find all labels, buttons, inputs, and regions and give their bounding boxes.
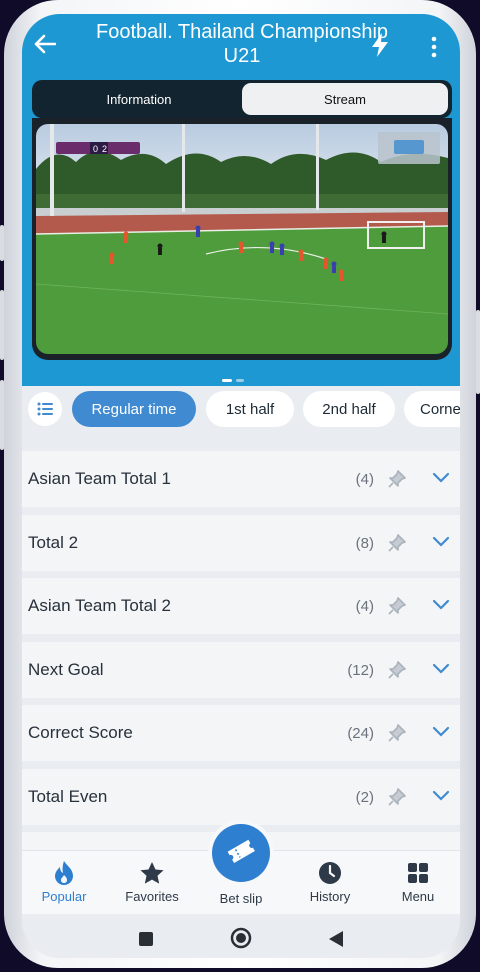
bet-slip-button[interactable] [212, 824, 270, 882]
nav-menu[interactable]: Menu [378, 859, 458, 904]
market-name: Total Even [28, 787, 108, 806]
market-count: (24) [347, 724, 374, 742]
tab-information[interactable]: Information [36, 83, 242, 115]
scoreboard-home-score: 0 [93, 144, 98, 154]
market-name: Asian Team Total 1 [28, 469, 172, 488]
market-count: (2) [355, 788, 374, 806]
chip-2nd-half[interactable]: 2nd half [303, 391, 395, 427]
nav-popular-label: Popular [41, 889, 87, 904]
market-row[interactable]: Asian Team Total 2 (4) [22, 578, 460, 634]
arrow-left-icon[interactable] [34, 34, 57, 59]
nav-history[interactable]: History [290, 859, 370, 904]
market-row[interactable]: Asian Team Total 1 (4) [22, 451, 460, 507]
nav-favorites[interactable]: Favorites [112, 859, 192, 904]
star-icon [112, 859, 192, 887]
pin-icon[interactable] [388, 597, 406, 620]
period-filter-bar: Regular time 1st half 2nd half Corne [22, 386, 460, 442]
chevron-down-icon[interactable] [432, 535, 450, 553]
market-count: (4) [355, 470, 374, 488]
ticket-icon [226, 838, 256, 869]
pin-icon[interactable] [388, 534, 406, 557]
power-button [476, 310, 480, 394]
pin-icon[interactable] [388, 724, 406, 747]
scoreboard-away-score: 2 [102, 144, 107, 154]
chevron-down-icon[interactable] [432, 725, 450, 743]
pin-icon[interactable] [388, 661, 406, 684]
page-title: Football. Thailand Championship U21 [95, 21, 389, 67]
chip-corners[interactable]: Corne [404, 391, 460, 427]
market-count: (8) [355, 534, 374, 552]
chevron-down-icon[interactable] [432, 789, 450, 807]
tab-stream[interactable]: Stream [242, 83, 448, 115]
volume-button [0, 225, 4, 261]
chip-1st-half[interactable]: 1st half [206, 391, 294, 427]
stream-player[interactable]: 0 2 [32, 118, 452, 360]
nav-menu-label: Menu [401, 889, 435, 904]
nav-history-label: History [309, 889, 351, 904]
volume-button [0, 380, 4, 450]
lightning-icon[interactable] [370, 32, 390, 63]
nav-bet-slip[interactable]: Bet slip [201, 889, 281, 906]
system-nav-bar [22, 914, 460, 958]
video-pager [222, 369, 248, 387]
view-tabs: Information Stream [32, 80, 452, 118]
match-header: Football. Thailand Championship U21 Info… [22, 14, 460, 386]
market-name: Total 2 [28, 533, 79, 552]
nav-bet-slip-label: Bet slip [219, 891, 263, 906]
market-name: Asian Team Total 2 [28, 596, 172, 615]
more-vertical-icon[interactable] [430, 36, 438, 63]
pin-icon[interactable] [388, 470, 406, 493]
list-icon[interactable] [28, 392, 62, 426]
back-triangle-icon[interactable] [328, 930, 344, 953]
recent-apps-icon[interactable] [138, 931, 154, 952]
app-screen: Football. Thailand Championship U21 Info… [22, 14, 460, 958]
volume-button [0, 290, 4, 360]
pager-dot-active [222, 379, 232, 382]
market-name: Correct Score [28, 723, 133, 742]
market-row[interactable]: Total Even (2) [22, 769, 460, 825]
market-count: (4) [355, 597, 374, 615]
flame-icon [24, 859, 104, 887]
chevron-down-icon[interactable] [432, 662, 450, 680]
nav-popular[interactable]: Popular [24, 859, 104, 904]
chevron-down-icon[interactable] [432, 598, 450, 616]
market-row[interactable]: Next Goal (12) [22, 642, 460, 698]
clock-icon [290, 859, 370, 887]
market-row[interactable]: Correct Score (24) [22, 705, 460, 761]
pin-icon[interactable] [388, 788, 406, 811]
pager-dot [236, 379, 244, 382]
market-count: (12) [347, 661, 374, 679]
home-icon[interactable] [230, 927, 252, 954]
market-row[interactable]: Total 2 (8) [22, 515, 460, 571]
stream-video-frame[interactable]: 0 2 [36, 124, 448, 354]
chip-regular-time[interactable]: Regular time [72, 391, 196, 427]
nav-favorites-label: Favorites [125, 889, 179, 904]
market-name: Next Goal [28, 660, 104, 679]
chevron-down-icon[interactable] [432, 471, 450, 489]
grid-icon [378, 859, 458, 887]
